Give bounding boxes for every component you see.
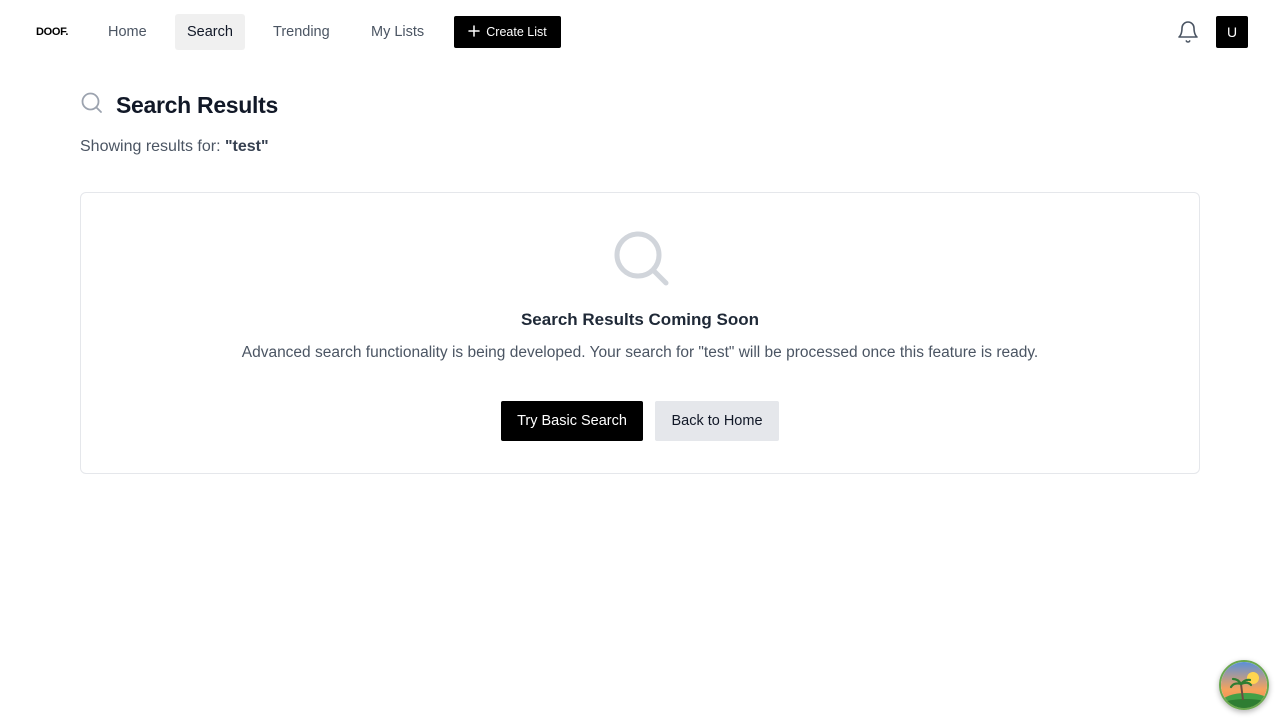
coming-soon-title: Search Results Coming Soon: [520, 310, 760, 329]
create-list-button[interactable]: Create List: [454, 16, 561, 48]
try-basic-search-button[interactable]: Try Basic Search: [501, 401, 643, 441]
create-list-label: Create List: [486, 25, 547, 39]
back-to-home-button[interactable]: Back to Home: [655, 401, 779, 441]
page-title: Search Results: [116, 91, 278, 118]
nav-item-my-lists[interactable]: My Lists: [359, 14, 436, 50]
search-icon: [612, 229, 670, 287]
top-navigation: DOOF. Home Search Trending My Lists Crea…: [0, 0, 1280, 64]
nav-item-home[interactable]: Home: [96, 14, 159, 50]
floating-app-badge[interactable]: [1219, 660, 1269, 710]
nav-item-search[interactable]: Search: [175, 14, 245, 50]
page-header: Search Results: [80, 90, 278, 120]
nav-item-trending[interactable]: Trending: [261, 14, 342, 50]
search-query-summary: Showing results for: "test": [80, 138, 269, 156]
coming-soon-description: Advanced search functionality is being d…: [241, 344, 1039, 361]
logo[interactable]: DOOF.: [36, 26, 68, 38]
island-icon: [1221, 662, 1267, 708]
plus-icon: [468, 23, 481, 40]
coming-soon-card: Search Results Coming Soon Advanced sear…: [80, 192, 1200, 474]
showing-results-label: Showing results for:: [80, 138, 221, 155]
search-icon: [80, 91, 104, 120]
bell-icon[interactable]: [1176, 20, 1200, 44]
user-avatar[interactable]: U: [1216, 16, 1248, 48]
search-query: "test": [224, 138, 269, 155]
